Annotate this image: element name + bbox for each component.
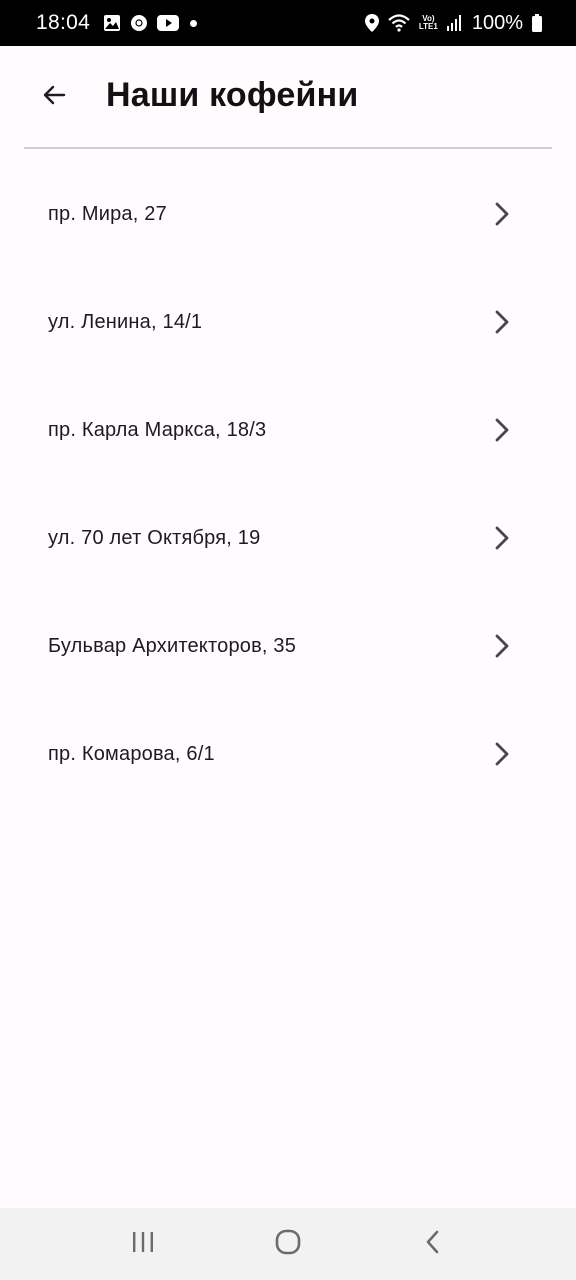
divider bbox=[24, 147, 552, 149]
battery-icon bbox=[532, 14, 542, 32]
location-icon bbox=[364, 14, 379, 32]
back-button[interactable] bbox=[30, 79, 78, 115]
coffee-shop-item[interactable]: пр. Комарова, 6/1 bbox=[0, 700, 576, 808]
recents-icon bbox=[131, 1231, 155, 1258]
coffee-shop-address: пр. Комарова, 6/1 bbox=[48, 742, 215, 765]
coffee-shop-item[interactable]: пр. Карла Маркса, 18/3 bbox=[0, 376, 576, 484]
coffee-shop-item[interactable]: ул. 70 лет Октября, 19 bbox=[0, 484, 576, 592]
coffee-shop-address: пр. Мира, 27 bbox=[48, 202, 167, 225]
gallery-icon bbox=[103, 14, 121, 32]
coffee-shop-address: пр. Карла Маркса, 18/3 bbox=[48, 418, 267, 441]
coffee-shop-address: Бульвар Архитекторов, 35 bbox=[48, 634, 297, 657]
status-bar: 18:04 Vo) LTE1 100% bbox=[0, 0, 576, 46]
nav-home-button[interactable] bbox=[258, 1214, 318, 1274]
status-time: 18:04 bbox=[36, 11, 91, 34]
youtube-icon bbox=[157, 15, 180, 31]
coffee-shop-address: ул. 70 лет Октября, 19 bbox=[48, 526, 261, 549]
signal-icon bbox=[446, 15, 461, 31]
system-nav-bar bbox=[0, 1208, 576, 1280]
home-icon bbox=[274, 1228, 302, 1261]
lte-icon: Vo) LTE1 bbox=[419, 15, 438, 31]
nav-back-button[interactable] bbox=[403, 1214, 463, 1274]
coffee-shop-item[interactable]: ул. Ленина, 14/1 bbox=[0, 268, 576, 376]
chrome-icon bbox=[130, 14, 148, 32]
battery-level: 100% bbox=[471, 11, 523, 34]
chevron-right-icon bbox=[490, 414, 514, 446]
chevron-right-icon bbox=[490, 522, 514, 554]
lte-bottom-label: LTE1 bbox=[418, 22, 438, 31]
page-title: Наши кофейни bbox=[106, 76, 359, 114]
app-bar: Наши кофейни bbox=[0, 46, 576, 148]
status-left: 18:04 bbox=[36, 11, 198, 35]
notification-dot-icon bbox=[190, 19, 198, 27]
chevron-right-icon bbox=[490, 738, 514, 770]
coffee-shop-item[interactable]: Бульвар Архитекторов, 35 bbox=[0, 592, 576, 700]
status-right: Vo) LTE1 100% bbox=[364, 11, 542, 35]
chevron-right-icon bbox=[490, 306, 514, 338]
coffee-shop-item[interactable]: пр. Мира, 27 bbox=[0, 160, 576, 268]
chevron-right-icon bbox=[490, 198, 514, 230]
coffee-shop-address: ул. Ленина, 14/1 bbox=[48, 310, 203, 333]
arrow-left-icon bbox=[42, 84, 66, 111]
back-icon bbox=[424, 1229, 442, 1260]
coffee-shop-list: пр. Мира, 27 ул. Ленина, 14/1 пр. Карла … bbox=[0, 160, 576, 808]
chevron-right-icon bbox=[490, 630, 514, 662]
nav-recents-button[interactable] bbox=[113, 1214, 173, 1274]
wifi-icon bbox=[388, 14, 410, 32]
